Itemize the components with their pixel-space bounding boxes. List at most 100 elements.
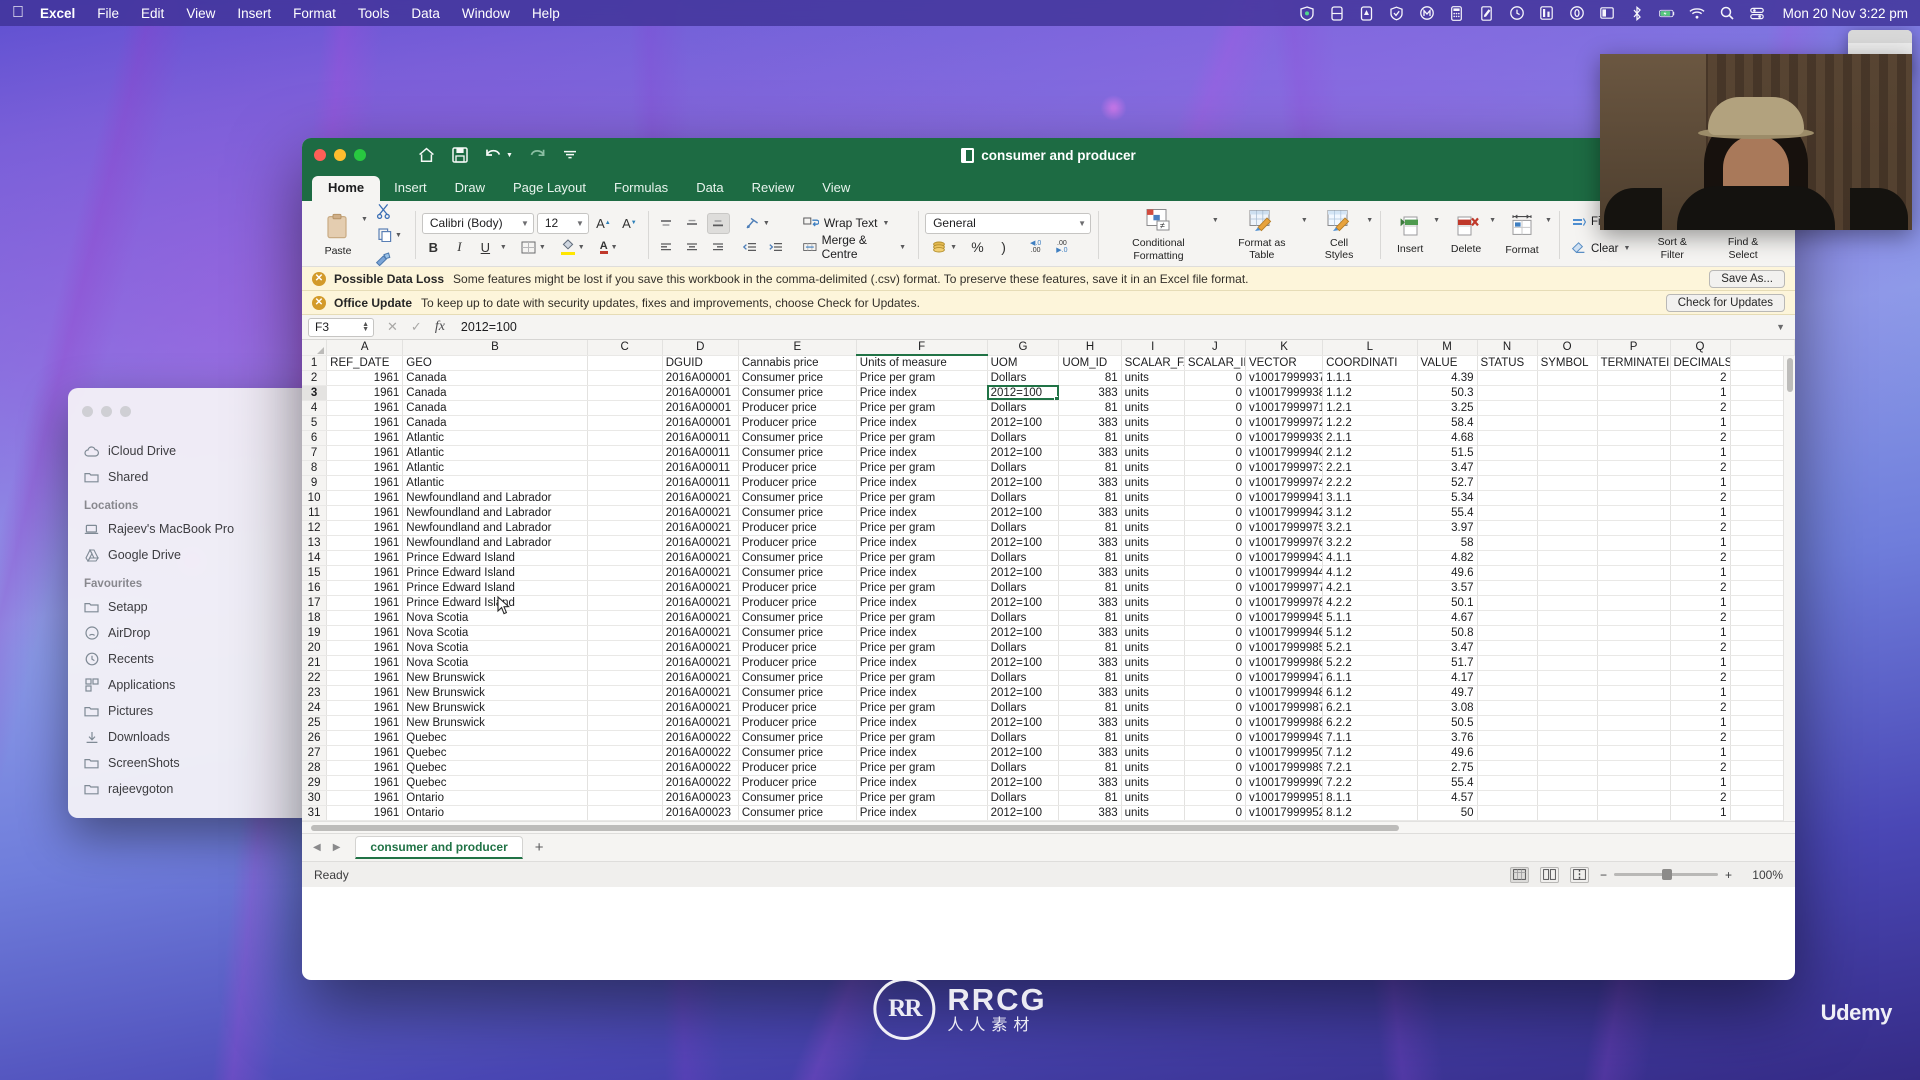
stats-icon[interactable] [1539, 5, 1555, 21]
cell[interactable]: 2.75 [1417, 760, 1478, 776]
format-as-table-button[interactable]: Format as Table [1223, 207, 1301, 263]
cell[interactable]: units [1121, 580, 1185, 596]
row-header[interactable]: 27 [302, 745, 328, 761]
cell[interactable] [1477, 760, 1538, 776]
cell[interactable]: units [1121, 745, 1185, 761]
cell[interactable]: Price index [856, 505, 988, 521]
cell[interactable]: 383 [1058, 595, 1122, 611]
cell[interactable] [1537, 730, 1598, 746]
cell[interactable]: Dollars [987, 580, 1060, 596]
cell[interactable] [587, 805, 663, 821]
borders-button[interactable]: ▼ [515, 237, 552, 258]
cell[interactable]: 1961 [326, 805, 404, 821]
shield-lock-icon[interactable] [1299, 5, 1315, 21]
cell[interactable]: 383 [1058, 745, 1122, 761]
table-row[interactable]: 31 1961 Ontario 2016A00023 Consumer price Pri… [302, 805, 1795, 821]
cell[interactable]: 7.1.1 [1322, 730, 1418, 746]
cell[interactable]: v10017999986 [1245, 655, 1324, 671]
cell[interactable]: 1961 [326, 445, 404, 461]
cell[interactable] [1597, 385, 1671, 401]
header-cell[interactable]: Cannabis price [738, 355, 857, 371]
cell[interactable]: units [1121, 790, 1185, 806]
chevron-down-icon[interactable]: ▼ [1366, 217, 1373, 224]
cell[interactable]: 8.1.1 [1322, 790, 1418, 806]
cell[interactable] [587, 580, 663, 596]
row-header[interactable]: 13 [302, 535, 328, 551]
cell[interactable]: Canada [402, 400, 588, 416]
clock-icon[interactable] [1509, 5, 1525, 21]
cell[interactable]: Nova Scotia [402, 610, 588, 626]
cell[interactable]: Ontario [402, 790, 588, 806]
cell[interactable]: 0 [1184, 715, 1246, 731]
cell[interactable]: 0 [1184, 775, 1246, 791]
cell[interactable]: units [1121, 415, 1185, 431]
cell[interactable]: Prince Edward Island [402, 550, 588, 566]
vertical-scrollbar[interactable] [1783, 356, 1795, 821]
sidebar-item-airdrop[interactable]: AirDrop [68, 620, 318, 646]
cell[interactable]: 1961 [326, 655, 404, 671]
cell[interactable]: 2012=100 [987, 595, 1060, 611]
cell[interactable]: 81 [1058, 430, 1122, 446]
cell[interactable]: 1961 [326, 415, 404, 431]
table-row[interactable]: 8 1961 Atlantic 2016A00011 Producer price Pri… [302, 460, 1795, 476]
cell[interactable]: 1961 [326, 565, 404, 581]
cell[interactable]: 2012=100 [987, 685, 1060, 701]
cell[interactable] [1597, 580, 1671, 596]
cell[interactable]: 4.1.2 [1322, 565, 1418, 581]
menu-item-format[interactable]: Format [293, 6, 336, 21]
chevron-down-icon[interactable]: ▼ [1545, 217, 1552, 224]
cell[interactable]: 383 [1058, 505, 1122, 521]
cell[interactable]: Price per gram [856, 610, 988, 626]
column-header-o[interactable]: O [1537, 340, 1598, 356]
cell[interactable] [1597, 415, 1671, 431]
battery-icon[interactable] [1658, 5, 1675, 21]
cell[interactable] [1477, 490, 1538, 506]
cell[interactable] [1477, 415, 1538, 431]
horizontal-scroll-thumb[interactable] [311, 825, 1399, 831]
row-header[interactable]: 12 [302, 520, 328, 536]
cell[interactable] [1537, 775, 1598, 791]
cell[interactable]: Consumer price [738, 445, 857, 461]
cell[interactable] [587, 370, 663, 386]
cell[interactable]: Prince Edward Island [402, 595, 588, 611]
cell[interactable]: Consumer price [738, 550, 857, 566]
select-all-corner[interactable] [302, 340, 328, 356]
cell[interactable]: 2012=100 [987, 565, 1060, 581]
menu-item-tools[interactable]: Tools [358, 6, 390, 21]
format-cells-button[interactable]: Format [1499, 212, 1545, 257]
cell[interactable]: v10017999978 [1245, 595, 1324, 611]
cell[interactable] [587, 430, 663, 446]
cell[interactable]: 2016A00021 [662, 535, 739, 551]
cell[interactable]: 1961 [326, 385, 404, 401]
column-header-f[interactable]: F [856, 340, 988, 356]
cell[interactable]: 2016A00021 [662, 580, 739, 596]
header-cell[interactable]: SYMBOL [1537, 355, 1598, 371]
cell[interactable] [1597, 445, 1671, 461]
header-cell[interactable]: Units of measure [856, 355, 988, 371]
cell[interactable]: 4.17 [1417, 670, 1478, 686]
cell[interactable] [1477, 655, 1538, 671]
sidebar-item-applications[interactable]: Applications [68, 672, 318, 698]
zoom-in-button[interactable]: + [1725, 868, 1732, 882]
cell[interactable] [1477, 715, 1538, 731]
cell[interactable]: 81 [1058, 790, 1122, 806]
cell[interactable]: 6.2.2 [1322, 715, 1418, 731]
chevron-down-icon[interactable]: ▼ [1433, 217, 1440, 224]
cell[interactable]: Nova Scotia [402, 625, 588, 641]
sidebar-item-icloud-drive[interactable]: iCloud Drive [68, 438, 318, 464]
cell[interactable]: 1 [1670, 745, 1731, 761]
row-header[interactable]: 29 [302, 775, 328, 791]
tab-home[interactable]: Home [312, 176, 381, 201]
header-cell[interactable]: UOM [987, 355, 1060, 371]
row-header[interactable]: 4 [302, 400, 328, 416]
spreadsheet-grid[interactable]: A B C D E F G H I J K L M N O P Q 1 REF_… [302, 340, 1795, 821]
column-header-g[interactable]: G [987, 340, 1060, 356]
column-header-e[interactable]: E [738, 340, 857, 356]
cell[interactable]: Price index [856, 565, 988, 581]
cell[interactable]: 0 [1184, 595, 1246, 611]
cell[interactable]: 2016A00023 [662, 805, 739, 821]
cell[interactable] [1597, 700, 1671, 716]
cell[interactable]: 81 [1058, 370, 1122, 386]
cell[interactable]: 2012=100 [987, 775, 1060, 791]
cell[interactable]: units [1121, 565, 1185, 581]
